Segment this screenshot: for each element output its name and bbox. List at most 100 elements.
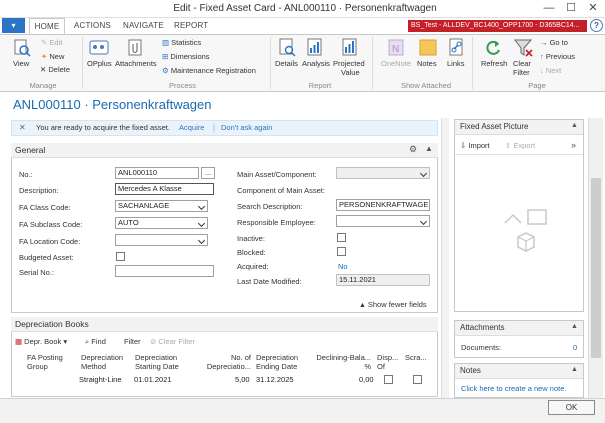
col-disposed[interactable]: Disp... Of — [377, 353, 399, 371]
new-button[interactable]: ✦ New — [41, 52, 64, 61]
tab-actions[interactable]: ACTIONS — [74, 21, 111, 30]
notes-label: Notes — [417, 59, 437, 68]
documents-count[interactable]: 0 — [573, 343, 577, 352]
ok-button[interactable]: OK — [548, 400, 595, 415]
placeholder-image-icon — [504, 209, 547, 252]
fa-subclass-select[interactable]: AUTO — [115, 217, 208, 229]
inactive-label: Inactive: — [237, 234, 265, 243]
create-note-link[interactable]: Click here to create a new note. — [461, 384, 566, 393]
export-button[interactable]: ⇧ Export — [505, 141, 535, 150]
analysis-button[interactable] — [306, 38, 324, 58]
col-no-years[interactable]: No. of Depreciatio... — [203, 353, 251, 371]
responsible-label: Responsible Employee: — [237, 218, 316, 227]
main-scrollbar[interactable] — [441, 118, 449, 398]
row-scrapped-checkbox[interactable] — [413, 375, 422, 384]
refresh-button[interactable] — [483, 38, 503, 58]
refresh-icon — [486, 40, 500, 55]
banner-separator: | — [213, 123, 215, 132]
details-icon — [279, 38, 296, 57]
help-icon[interactable]: ? — [590, 19, 603, 32]
delete-button[interactable]: ✕ Delete — [40, 65, 70, 74]
close-button[interactable]: ✕ — [582, 0, 604, 17]
table-row[interactable]: Straight-Line 01.01.2021 5,00 31.12.2025… — [13, 374, 436, 386]
depr-book-button[interactable]: ▦ Depr. Book ▾ — [15, 337, 67, 346]
scroll-thumb[interactable] — [591, 178, 601, 358]
attachments-button[interactable] — [126, 38, 144, 58]
tab-navigate[interactable]: NAVIGATE — [123, 21, 164, 30]
bottom-bar — [0, 398, 605, 423]
depreciation-header[interactable]: Depreciation Books — [11, 317, 438, 332]
row-years: 5,00 — [235, 375, 250, 384]
fa-location-select[interactable] — [115, 234, 208, 246]
budgeted-checkbox[interactable] — [116, 252, 125, 261]
acquired-value[interactable]: No — [338, 262, 348, 271]
projected-value-button[interactable] — [341, 38, 359, 58]
more-icon[interactable]: » — [571, 140, 576, 150]
analysis-label: Analysis — [302, 59, 330, 68]
clear-filter-list-button[interactable]: ⊘ Clear Filter — [150, 337, 195, 346]
col-scrapped[interactable]: Scra... — [405, 353, 427, 362]
maintenance-button[interactable]: ⚙ Maintenance Registration — [162, 66, 256, 75]
tab-report[interactable]: REPORT — [174, 21, 208, 30]
search-description-field[interactable]: PERSONENKRAFTWAGEN — [336, 199, 430, 211]
import-button[interactable]: ⇩ Import — [460, 141, 490, 150]
clear-label-1: Clear — [513, 59, 531, 68]
show-fewer-button[interactable]: ▲ Show fewer fields — [359, 300, 427, 309]
dont-ask-link[interactable]: Don't ask again — [221, 121, 272, 135]
settings-icon[interactable]: ⚙ — [409, 144, 417, 155]
links-button[interactable] — [448, 38, 466, 58]
app-menu-button[interactable]: ▾ — [2, 18, 25, 33]
acquire-link[interactable]: Acquire — [179, 121, 204, 135]
collapse-icon[interactable]: ▲ — [425, 144, 433, 153]
general-title: General — [15, 145, 46, 155]
clear-filter-icon — [514, 39, 533, 57]
col-end-date[interactable]: Depreciation Ending Date — [256, 353, 306, 371]
description-field[interactable]: Mercedes A Klasse — [115, 183, 214, 195]
general-header[interactable]: General ⚙ ▲ — [11, 143, 438, 158]
collapse-icon[interactable]: ▲ — [571, 122, 578, 129]
no-field[interactable]: ANL000110 — [115, 167, 199, 179]
no-label: No.: — [19, 170, 33, 179]
close-banner-icon[interactable]: ✕ — [19, 121, 26, 135]
group-process: Process — [168, 81, 197, 90]
maximize-button[interactable]: ☐ — [560, 0, 582, 17]
group-show-attached: Show Attached — [400, 81, 452, 90]
col-declining[interactable]: Declining-Bala... % — [312, 353, 371, 371]
collapse-icon[interactable]: ▲ — [571, 323, 578, 330]
page-title: ANL000110 · Personenkraftwagen — [13, 97, 212, 112]
minimize-button[interactable]: — — [538, 0, 560, 17]
find-button[interactable]: ⌕ Find — [85, 337, 106, 347]
dimensions-button[interactable]: ⊞ Dimensions — [162, 52, 210, 61]
inactive-checkbox[interactable] — [337, 233, 346, 242]
serial-field[interactable] — [115, 265, 214, 277]
col-depr-method[interactable]: Depreciation Method — [81, 353, 129, 371]
row-declining: 0,00 — [359, 375, 374, 384]
col-posting-group[interactable]: FA Posting Group — [27, 353, 72, 371]
environment-badge: BS_Test - ALLDEV_BC1400_OPP1700 - D365BC… — [408, 20, 587, 32]
collapse-icon[interactable]: ▲ — [571, 366, 578, 373]
clear-filter-button[interactable] — [513, 38, 533, 58]
responsible-select[interactable] — [336, 215, 430, 227]
details-button[interactable] — [278, 38, 296, 58]
col-start-date[interactable]: Depreciation Starting Date — [135, 353, 185, 371]
tab-home[interactable]: HOME — [29, 18, 65, 34]
row-disposed-checkbox[interactable] — [384, 375, 393, 384]
clear-label-2: Filter — [513, 68, 530, 77]
next-button[interactable]: ↓ Next — [540, 66, 561, 75]
factbox-scrollbar[interactable] — [588, 118, 603, 398]
statistics-button[interactable]: ▥ Statistics — [162, 38, 201, 47]
main-asset-select[interactable] — [336, 167, 430, 179]
view-button[interactable] — [13, 39, 31, 57]
filter-button[interactable]: Filter — [124, 337, 141, 346]
onenote-button[interactable]: N — [387, 38, 405, 58]
no-assist-button[interactable]: ... — [201, 167, 215, 179]
links-label: Links — [447, 59, 465, 68]
fa-class-select[interactable]: SACHANLAGE — [115, 200, 208, 212]
notes-button[interactable] — [418, 38, 438, 58]
previous-button[interactable]: ↑ Previous — [540, 52, 575, 61]
window-title: Edit - Fixed Asset Card - ANL000110 · Pe… — [173, 3, 437, 14]
edit-button[interactable]: ✎ Edit — [41, 38, 62, 47]
opplus-button[interactable] — [89, 39, 109, 57]
goto-button[interactable]: → Go to — [540, 38, 568, 47]
blocked-checkbox[interactable] — [337, 247, 346, 256]
